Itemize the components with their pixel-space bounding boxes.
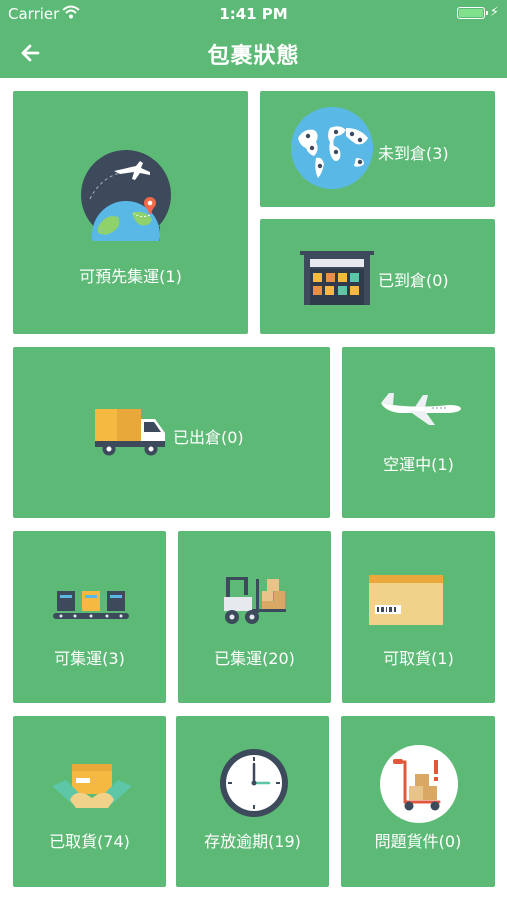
tile-shipped-out[interactable]: 已出倉(0) xyxy=(13,347,330,518)
tile-in-air-label: 空運中(1) xyxy=(383,455,454,474)
tile-consolidatable-label: 可集運(3) xyxy=(54,649,125,668)
battery-level-fill xyxy=(459,9,483,17)
clock-icon xyxy=(220,749,288,817)
charging-bolt-icon: ⚡ xyxy=(489,5,499,20)
delivery-truck-icon xyxy=(95,409,165,456)
airplane-icon xyxy=(381,393,461,425)
status-time: 1:41 PM xyxy=(219,5,288,23)
tile-consolidated-label: 已集運(20) xyxy=(214,649,295,668)
page-title: 包裹狀態 xyxy=(207,44,300,69)
tile-arrived-label: 已到倉(0) xyxy=(378,271,449,290)
tile-picked-up[interactable]: 已取貨(74) xyxy=(13,716,166,887)
tile-shipped-out-label: 已出倉(0) xyxy=(173,428,244,447)
warehouse-icon xyxy=(300,251,374,305)
tile-consolidated[interactable]: 已集運(20) xyxy=(178,531,331,703)
tile-consolidatable[interactable]: 可集運(3) xyxy=(13,531,166,703)
hands-package-icon xyxy=(52,764,132,808)
tile-prebook-label: 可預先集運(1) xyxy=(79,267,182,286)
tile-overdue-label: 存放逾期(19) xyxy=(204,832,301,851)
tile-problem[interactable]: 問題貨件(0) xyxy=(341,716,495,887)
parcel-box-icon xyxy=(369,575,443,625)
tile-overdue[interactable]: 存放逾期(19) xyxy=(176,716,329,887)
forklift-icon xyxy=(224,577,286,624)
tile-ready-pickup-label: 可取貨(1) xyxy=(383,649,454,668)
navigation-bar: 包裹狀態 xyxy=(0,28,507,78)
tile-not-arrived-label: 未到倉(3) xyxy=(378,144,449,163)
tile-not-arrived[interactable]: 未到倉(3) xyxy=(260,91,495,207)
conveyor-boxes-icon xyxy=(53,591,129,619)
world-map-icon xyxy=(291,107,373,189)
globe-airplane-icon xyxy=(81,150,171,241)
tile-prebook[interactable]: 可預先集運(1) xyxy=(13,91,248,334)
tile-ready-pickup[interactable]: 可取貨(1) xyxy=(342,531,495,703)
tile-in-air[interactable]: 空運中(1) xyxy=(342,347,495,518)
tile-arrived[interactable]: 已到倉(0) xyxy=(260,219,495,334)
battery-icon xyxy=(457,7,488,19)
tile-problem-label: 問題貨件(0) xyxy=(374,832,462,851)
status-bar: Carrier 1:41 PM ⚡ xyxy=(0,0,507,28)
hand-truck-alert-icon xyxy=(380,745,458,823)
tile-picked-up-label: 已取貨(74) xyxy=(49,832,130,851)
